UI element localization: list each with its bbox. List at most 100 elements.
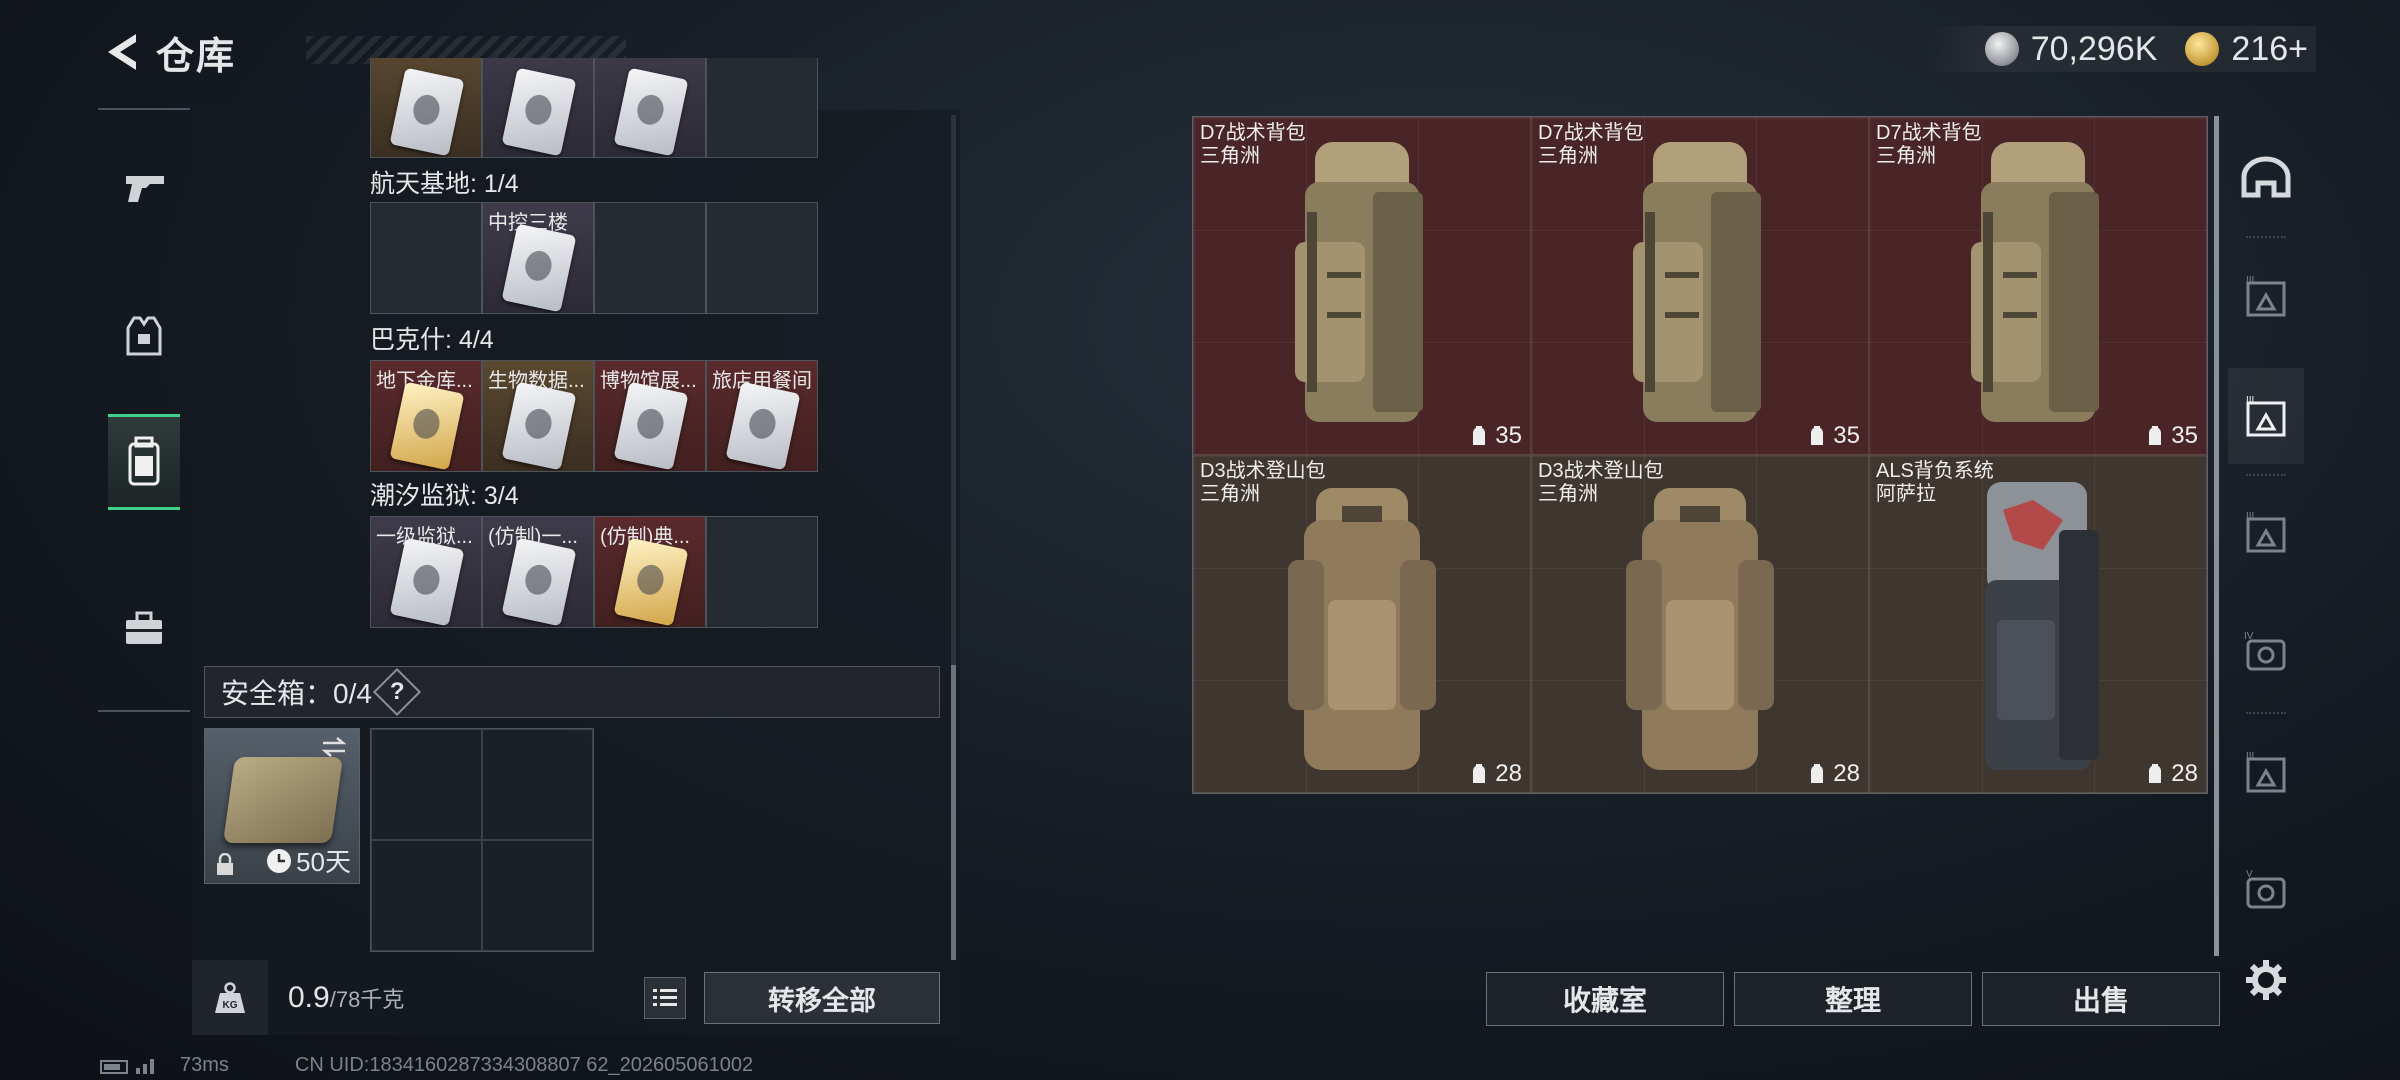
tactical-backpack-icon [1633, 142, 1761, 422]
nav-weapons[interactable] [108, 140, 180, 236]
keycard-icon [501, 223, 577, 313]
divider [2246, 712, 2286, 714]
weight-max: /78千克 [329, 986, 405, 1012]
storage-item[interactable]: D3战术登山包 三角洲 28 [1531, 455, 1869, 793]
key-slot[interactable]: 生物数据... [482, 360, 594, 472]
safe-slot[interactable] [371, 840, 482, 951]
armor-tier3-selected-icon: III [2246, 395, 2286, 437]
armor-tier3-b-icon: III [2246, 751, 2286, 793]
safe-slot[interactable] [482, 729, 593, 840]
key-slot[interactable] [370, 58, 482, 158]
section-label-bakhsh: 巴克什: 4/4 [370, 326, 494, 354]
key-row-bakhsh: 地下金库... 生物数据... 博物馆展... 旅店用餐间 [370, 360, 818, 472]
capacity-badge: 28 [1469, 760, 1522, 788]
capacity-value: 28 [1833, 760, 1860, 787]
weight-readout: 0.9/78千克 [288, 981, 404, 1015]
safe-box-item[interactable]: 50天 [204, 728, 360, 884]
list-view-button[interactable] [644, 977, 686, 1019]
back-arrow-icon [108, 34, 136, 70]
vest-icon [126, 316, 162, 356]
keycard-icon [389, 537, 465, 627]
scrollbar-thumb[interactable] [951, 665, 956, 960]
organize-button[interactable]: 整理 [1734, 972, 1972, 1026]
key-slot[interactable]: 旅店用餐间 [706, 360, 818, 472]
ping: 73ms [180, 1054, 229, 1076]
capacity-badge: 35 [1807, 422, 1860, 450]
key-slot[interactable]: 中控三楼 [482, 202, 594, 314]
storage-item[interactable]: ALS背负系统 阿萨拉 28 [1869, 455, 2207, 793]
expiry-timer: 50天 [266, 842, 351, 879]
back-button[interactable] [96, 26, 148, 78]
capacity-value: 35 [1833, 422, 1860, 449]
capacity-value: 28 [1495, 760, 1522, 787]
filter-armor-tier3-alt[interactable]: III [2228, 484, 2304, 580]
safe-slot[interactable] [371, 729, 482, 840]
capacity-icon [1811, 426, 1824, 445]
status-bar: 73ms CN UID:1834160287334308807 62_20260… [100, 1054, 753, 1077]
key-slot-empty[interactable] [370, 202, 482, 314]
safe-slot[interactable] [482, 840, 593, 951]
help-button[interactable]: ? [372, 667, 421, 717]
left-category-nav [98, 108, 190, 712]
key-slot[interactable] [594, 58, 706, 158]
nav-armor[interactable] [108, 288, 180, 384]
battery-signal-icon [100, 1058, 154, 1074]
key-slot[interactable]: (仿制)一... [482, 516, 594, 628]
capacity-value: 35 [2171, 422, 2198, 449]
key-slot[interactable]: 博物馆展... [594, 360, 706, 472]
capacity-badge: 28 [1807, 760, 1860, 788]
sell-button[interactable]: 出售 [1982, 972, 2220, 1026]
svg-text:III: III [2246, 275, 2254, 286]
key-slot-empty[interactable] [706, 516, 818, 628]
capacity-badge: 35 [2145, 422, 2198, 450]
filter-helmet[interactable] [2228, 130, 2304, 226]
settings-button[interactable] [2236, 950, 2296, 1010]
filter-armor-tier3-b[interactable]: III [2228, 724, 2304, 820]
key-slot[interactable]: 一级监狱... [370, 516, 482, 628]
capacity-value: 28 [2171, 760, 2198, 787]
safe-box-icon [222, 757, 344, 843]
filter-armor-tier3[interactable]: III [2228, 248, 2304, 344]
scrollbar-thumb[interactable] [2214, 116, 2219, 956]
capacity-icon [2149, 764, 2162, 783]
gold-currency[interactable]: 216+ [2185, 30, 2308, 69]
safe-box-header: 安全箱：0/4 ? [204, 666, 940, 718]
keycard-icon [501, 381, 577, 471]
swap-icon[interactable] [319, 735, 349, 759]
silver-amount: 70,296K [2030, 29, 2158, 68]
gear-icon [2246, 960, 2286, 1000]
section-label-spacebase: 航天基地: 1/4 [370, 170, 519, 198]
keycard-icon [389, 381, 465, 471]
storage-item[interactable]: D7战术背包 三角洲 35 [1869, 117, 2207, 455]
key-slot[interactable]: (仿制)典... [594, 516, 706, 628]
keycard-icon [613, 381, 689, 471]
filter-armor-tier3-selected[interactable]: III [2228, 368, 2304, 464]
silver-currency[interactable]: 70,296K [1984, 29, 2158, 69]
storage-item[interactable]: D3战术登山包 三角洲 28 [1193, 455, 1531, 793]
lock-icon [217, 853, 233, 875]
filter-armor-tier5[interactable]: V [2228, 842, 2304, 938]
transfer-all-button[interactable]: 转移全部 [704, 972, 940, 1024]
keycard-icon [725, 381, 801, 471]
storage-item[interactable]: D7战术背包 三角洲 35 [1193, 117, 1531, 455]
collection-room-button[interactable]: 收藏室 [1486, 972, 1724, 1026]
key-slot-empty[interactable] [706, 58, 818, 158]
keycard-icon [501, 537, 577, 627]
safe-box-slots [370, 728, 594, 952]
gold-amount: 216+ [2231, 29, 2308, 68]
hiking-backpack-icon [1626, 488, 1774, 770]
armor-tier5-icon: V [2246, 869, 2286, 909]
storage-scrollbar[interactable] [2214, 116, 2219, 956]
key-slot-empty[interactable] [706, 202, 818, 314]
key-slot-empty[interactable] [594, 202, 706, 314]
nav-cases[interactable] [108, 580, 180, 676]
key-slot[interactable]: 地下金库... [370, 360, 482, 472]
nav-backpack[interactable] [108, 414, 180, 510]
armor-tier3-icon: III [2246, 275, 2286, 317]
hiking-backpack-icon [1288, 488, 1436, 770]
storage-item[interactable]: D7战术背包 三角洲 35 [1531, 117, 1869, 455]
container-scrollbar[interactable] [951, 115, 956, 960]
key-slot[interactable] [482, 58, 594, 158]
filter-armor-tier4[interactable]: IV [2228, 604, 2304, 700]
gold-coin-icon [2185, 32, 2220, 66]
